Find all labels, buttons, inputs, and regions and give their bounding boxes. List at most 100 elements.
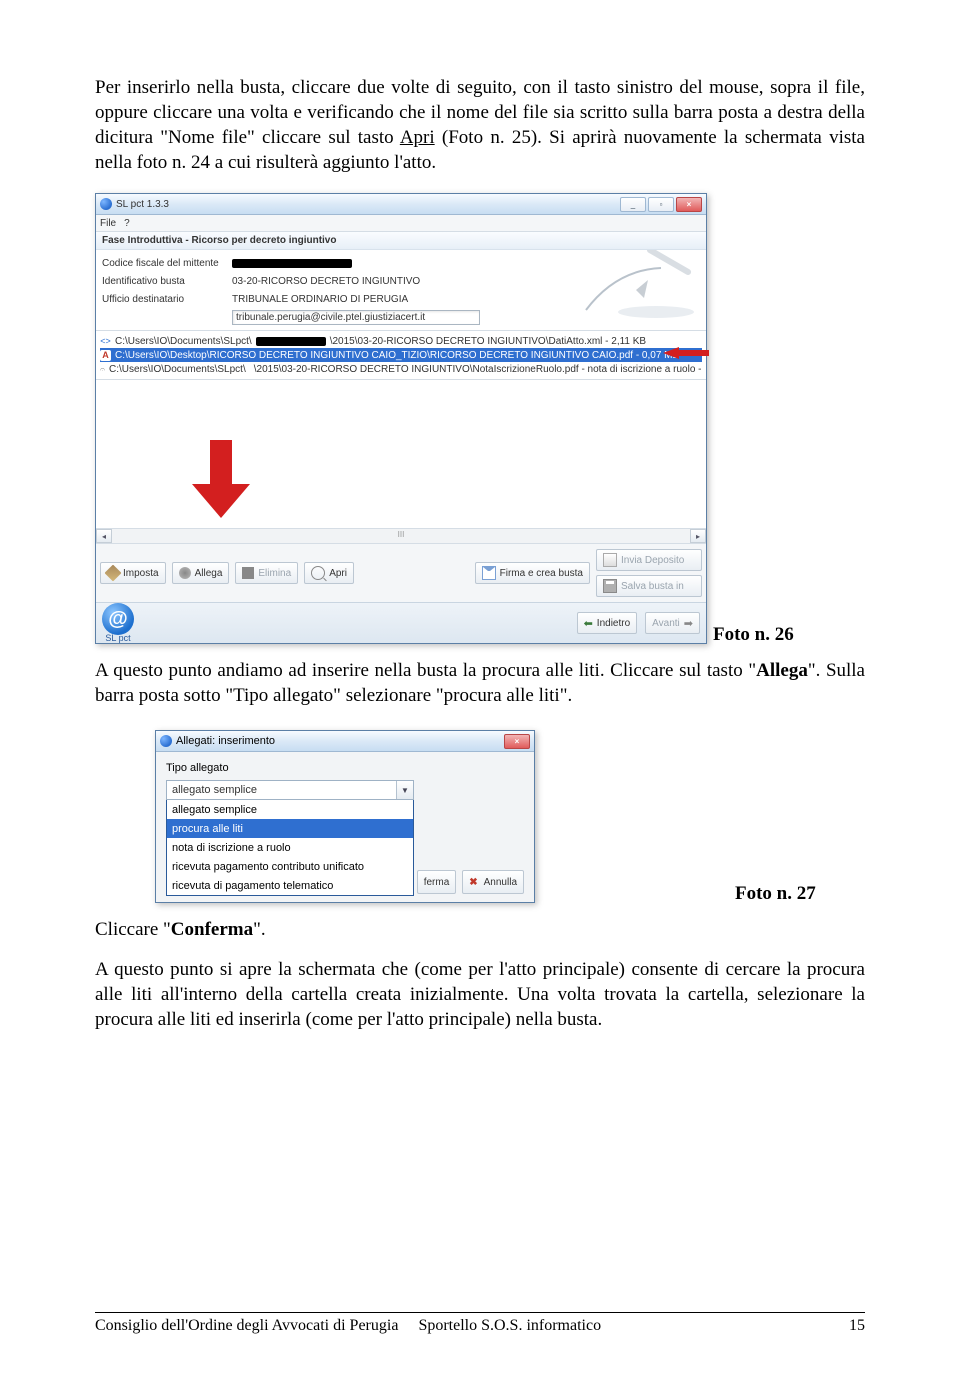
slpct-label: SL pct — [102, 633, 134, 643]
wand-icon — [105, 565, 122, 582]
row-id-busta: Identificativo busta 03-20-RICORSO DECRE… — [102, 272, 570, 290]
conferma-button-partial[interactable]: ferma — [417, 870, 457, 894]
para2-bold: Allega — [756, 660, 808, 681]
slpct-window: SL pct 1.3.3 _ ▫ × File ? Fase Introdutt… — [95, 193, 707, 644]
menu-bar: File ? — [96, 215, 706, 232]
maximize-button[interactable]: ▫ — [648, 197, 674, 212]
dd-procura-alle-liti[interactable]: procura alle liti — [167, 819, 413, 838]
invia-label: Invia Deposito — [621, 555, 684, 566]
file3-suf: \2015\03-20-RICORSO DECRETO INGIUNTIVO\N… — [254, 364, 702, 375]
apri-button[interactable]: Apri — [304, 562, 354, 584]
file1-suf: \2015\03-20-RICORSO DECRETO INGIUNTIVO\D… — [330, 336, 646, 347]
xml-icon: <> — [100, 336, 111, 347]
window-controls: _ ▫ × — [620, 197, 702, 212]
para3b: ". — [253, 919, 266, 940]
figure-26-row: SL pct 1.3.3 _ ▫ × File ? Fase Introdutt… — [95, 189, 865, 646]
email-field[interactable]: tribunale.perugia@civile.ptel.giustiziac… — [232, 310, 480, 325]
form-left: Codice fiscale del mittente Identificati… — [96, 250, 576, 330]
at-icon: @ — [102, 603, 134, 635]
arrow-right-icon — [684, 617, 693, 630]
pdf-icon: A — [100, 350, 111, 361]
file-row-xml[interactable]: <> C:\Users\IO\Documents\SLpct\ \2015\03-… — [100, 334, 702, 348]
app-icon — [100, 198, 112, 210]
toolbar-right-column: Invia Deposito Salva busta in — [596, 549, 702, 597]
para1-underline: Apri — [400, 127, 435, 148]
dd-ricevuta-contributo[interactable]: ricevuta pagamento contributo unificato — [167, 857, 413, 876]
allega-button[interactable]: Allega — [172, 562, 230, 584]
arrow-left-icon — [584, 617, 593, 630]
annulla-button[interactable]: ✖Annulla — [462, 870, 524, 894]
indietro-button[interactable]: Indietro — [577, 612, 638, 634]
allegati-dialog: Allegati: inserimento × Tipo allegato al… — [155, 730, 535, 903]
dash-icon — [242, 567, 254, 579]
red-arrow-right — [663, 347, 709, 359]
figure-27-row: Allegati: inserimento × Tipo allegato al… — [95, 722, 865, 905]
dialog-buttons: ferma ✖Annulla — [417, 870, 524, 894]
row-ufficio: Ufficio destinatario TRIBUNALE ORDINARIO… — [102, 290, 570, 308]
elimina-label: Elimina — [258, 568, 291, 579]
para3-bold: Conferma — [171, 919, 253, 940]
page-footer: Consiglio dell'Ordine degli Avvocati di … — [95, 1312, 865, 1335]
save-icon — [603, 579, 617, 593]
menu-file[interactable]: File — [100, 218, 116, 229]
file-row-nota[interactable]: 𝄐 C:\Users\IO\Documents\SLpct\ \2015\03-2… — [100, 362, 702, 376]
elimina-button[interactable]: Elimina — [235, 562, 298, 584]
pen-illustration — [576, 250, 706, 326]
page-number: 15 — [849, 1317, 865, 1335]
row-codice-fiscale: Codice fiscale del mittente — [102, 254, 570, 272]
dialog-close-button[interactable]: × — [504, 734, 530, 749]
attach-icon: 𝄐 — [100, 364, 105, 375]
avanti-button[interactable]: Avanti — [645, 612, 700, 634]
dd-ricevuta-telematico[interactable]: ricevuta di pagamento telematico — [167, 876, 413, 895]
dialog-body: Tipo allegato allegato semplice ▼ allega… — [156, 752, 534, 902]
label-id-busta: Identificativo busta — [102, 276, 232, 287]
horizontal-scrollbar[interactable]: ◂ III ▸ — [96, 528, 706, 543]
paragraph-2: A questo punto andiamo ad inserire nella… — [95, 658, 865, 708]
caption-foto-27: Foto n. 27 — [735, 883, 816, 905]
paragraph-1: Per inserirlo nella busta, cliccare due … — [95, 75, 865, 175]
file-row-pdf-selected[interactable]: A C:\Users\IO\Desktop\RICORSO DECRETO IN… — [100, 348, 702, 362]
value-ufficio: TRIBUNALE ORDINARIO DI PERUGIA — [232, 294, 570, 305]
value-email: tribunale.perugia@civile.ptel.giustiziac… — [232, 310, 570, 325]
footer-mid: Sportello S.O.S. informatico — [418, 1317, 601, 1335]
salva-button[interactable]: Salva busta in — [596, 575, 702, 597]
invia-button[interactable]: Invia Deposito — [596, 549, 702, 571]
dd-allegato-semplice[interactable]: allegato semplice — [167, 800, 413, 819]
scroll-track[interactable]: III — [112, 530, 690, 542]
envelope-icon — [482, 566, 496, 580]
tipo-allegato-label: Tipo allegato — [166, 762, 524, 774]
imposta-button[interactable]: Imposta — [100, 562, 166, 584]
value-codice-fiscale — [232, 258, 570, 269]
label-ufficio: Ufficio destinatario — [102, 294, 232, 305]
phase-header: Fase Introduttiva - Ricorso per decreto … — [96, 232, 706, 250]
menu-help[interactable]: ? — [124, 218, 130, 229]
file3-pre: C:\Users\IO\Documents\SLpct\ — [109, 364, 246, 375]
scroll-left-button[interactable]: ◂ — [96, 529, 112, 543]
value-id-busta: 03-20-RICORSO DECRETO INGIUNTIVO — [232, 276, 570, 287]
indietro-label: Indietro — [597, 618, 630, 629]
allega-label: Allega — [195, 568, 223, 579]
paragraph-4: A questo punto si apre la schermata che … — [95, 957, 865, 1032]
minimize-button[interactable]: _ — [620, 197, 646, 212]
dialog-titlebar: Allegati: inserimento × — [156, 731, 534, 752]
combo-selected-text: allegato semplice — [167, 784, 262, 796]
footer-left: Consiglio dell'Ordine degli Avvocati di … — [95, 1317, 398, 1335]
scroll-mid-text: III — [398, 530, 405, 539]
file-list: <> C:\Users\IO\Documents\SLpct\ \2015\03-… — [96, 330, 706, 379]
para2a: A questo punto andiamo ad inserire nella… — [95, 660, 756, 681]
firma-label: Firma e crea busta — [500, 568, 583, 579]
combo-arrow-icon[interactable]: ▼ — [396, 781, 413, 799]
dd-nota-iscrizione[interactable]: nota di iscrizione a ruolo — [167, 838, 413, 857]
file1-pre: C:\Users\IO\Documents\SLpct\ — [115, 336, 252, 347]
scroll-right-button[interactable]: ▸ — [690, 529, 706, 543]
caption-foto-26: Foto n. 26 — [713, 624, 794, 646]
close-button[interactable]: × — [676, 197, 702, 212]
label-codice-fiscale: Codice fiscale del mittente — [102, 258, 232, 269]
imposta-label: Imposta — [123, 568, 159, 579]
firma-button[interactable]: Firma e crea busta — [475, 562, 590, 584]
tipo-allegato-combo[interactable]: allegato semplice ▼ — [166, 780, 414, 800]
para3a: Cliccare " — [95, 919, 171, 940]
salva-label: Salva busta in — [621, 581, 684, 592]
window-title: SL pct 1.3.3 — [116, 199, 620, 210]
row-email: tribunale.perugia@civile.ptel.giustiziac… — [102, 308, 570, 326]
